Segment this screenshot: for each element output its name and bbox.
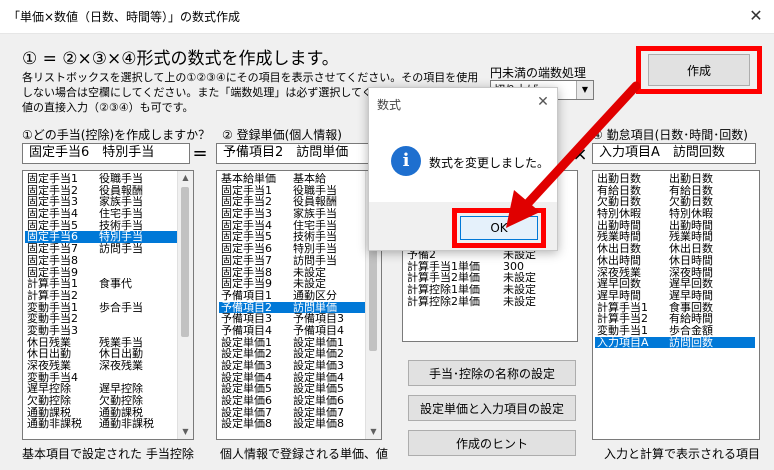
annotation-arrow — [506, 81, 641, 228]
